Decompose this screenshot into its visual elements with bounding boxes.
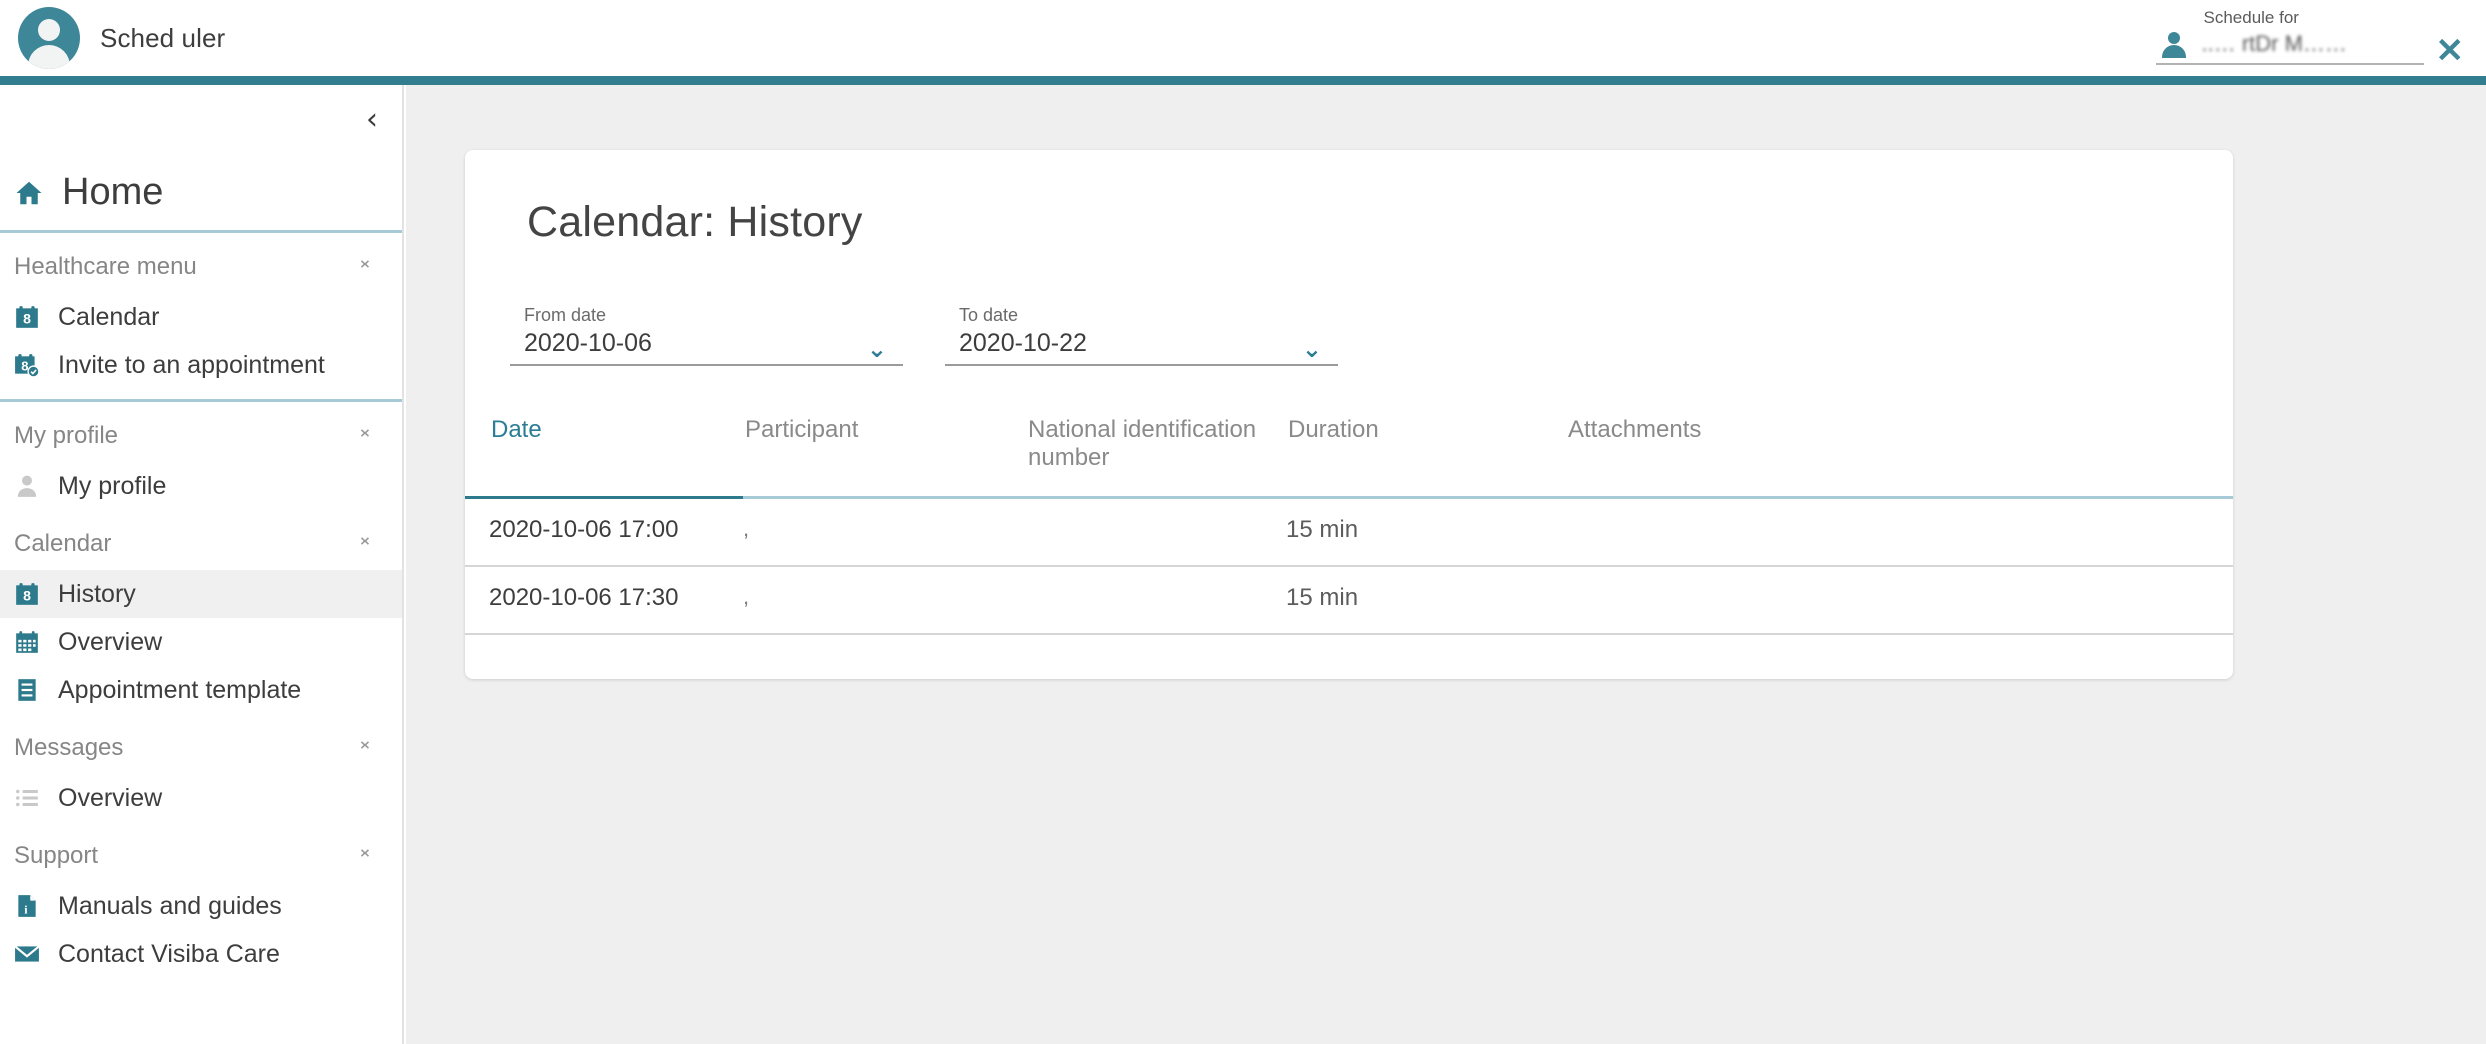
- svg-text:8: 8: [21, 358, 28, 373]
- sidebar-item-label: Appointment template: [58, 675, 302, 704]
- table-row[interactable]: 2020-10-06 17:00, 15 min: [465, 499, 2233, 567]
- sidebar-item-label: Manuals and guides: [58, 891, 282, 920]
- page-title: Calendar: History: [527, 198, 863, 246]
- sidebar-group-messages[interactable]: Messages ⌄ ⌃: [0, 722, 402, 774]
- sidebar-divider: [0, 399, 402, 402]
- current-user-block: Sched uler: [0, 7, 225, 69]
- sidebar-item-label: Calendar: [58, 302, 160, 331]
- home-icon: [16, 181, 42, 204]
- sidebar-group-support[interactable]: Support ⌄ ⌃: [0, 830, 402, 882]
- sidebar-item-label: Invite to an appointment: [58, 350, 325, 379]
- from-date-value: 2020-10-06: [524, 329, 652, 357]
- envelope-icon: [14, 945, 40, 962]
- table-cell-date: 2020-10-06 17:30: [489, 584, 679, 611]
- to-date-field[interactable]: To date 2020-10-22 ⌄: [945, 305, 1338, 366]
- sidebar-item-label: Overview: [58, 783, 163, 812]
- sidebar-item-home-label: Home: [62, 171, 164, 213]
- from-date-label: From date: [524, 305, 607, 325]
- person-icon: [2160, 30, 2188, 58]
- calendar-icon: 8: [16, 583, 38, 605]
- sidebar: ‹ Home Healthcare menu ⌄ ⌃ 8 Calendar 8 Invite…: [0, 85, 404, 1044]
- list-icon: [16, 789, 38, 807]
- table-column-header-participant[interactable]: Participant: [745, 404, 1028, 496]
- user-name-label: Sched uler: [100, 22, 226, 53]
- sidebar-item-label: History: [58, 579, 136, 608]
- table-cell-attachments: [1566, 499, 1846, 516]
- sidebar-collapse-row: ‹: [0, 85, 402, 155]
- to-date-label: To date: [959, 305, 1019, 325]
- date-filters: From date 2020-10-06 ⌄ To date 2020-10-2…: [465, 247, 2233, 366]
- table-cell-duration: 15 min: [1286, 516, 1359, 543]
- svg-text:8: 8: [23, 588, 31, 604]
- table-cell-date: 2020-10-06 17:00: [489, 516, 679, 543]
- table-cell-nid: [1026, 567, 1286, 584]
- sidebar-groups: Healthcare menu ⌄ ⌃ 8 Calendar 8 Invite to an …: [0, 241, 402, 978]
- svg-text:8: 8: [23, 311, 31, 327]
- sidebar-item-history[interactable]: 8 History: [0, 570, 402, 618]
- sidebar-item-contact-visiba-care[interactable]: Contact Visiba Care: [0, 930, 402, 978]
- table-body: 2020-10-06 17:00, 15 min 2020-10-06 17:30,…: [465, 499, 2233, 635]
- table-cell-nid: [1026, 499, 1286, 516]
- sidebar-group-title: Calendar: [14, 530, 112, 557]
- table-cell-attachments: [1566, 567, 1846, 584]
- table-column-header-attachments[interactable]: Attachments: [1568, 404, 1848, 496]
- sidebar-item-label: Overview: [58, 627, 163, 656]
- sidebar-item-overview[interactable]: Overview: [0, 618, 402, 666]
- schedule-for-widget: Schedule for ..… rtDr M…… ✕: [2155, 8, 2465, 68]
- collapse-expand-icon[interactable]: ⌄ ⌃: [354, 419, 376, 450]
- collapse-expand-icon[interactable]: ⌄ ⌃: [354, 839, 376, 870]
- to-date-value: 2020-10-22: [959, 329, 1087, 357]
- main-content: Calendar: History From date 2020-10-06 ⌄…: [406, 85, 2486, 1044]
- sidebar-group-title: Support: [14, 842, 99, 869]
- sidebar-group-calendar[interactable]: Calendar ⌄ ⌃: [0, 518, 402, 570]
- sidebar-group-title: My profile: [14, 422, 119, 449]
- sidebar-item-label: My profile: [58, 471, 167, 500]
- table-cell-duration: 15 min: [1286, 584, 1359, 611]
- sidebar-item-my-profile[interactable]: My profile: [0, 462, 402, 510]
- table-column-header-nid[interactable]: National identification number: [1028, 404, 1288, 496]
- chevron-down-icon[interactable]: ⌄: [1302, 337, 1322, 361]
- user-avatar-icon: [18, 7, 80, 69]
- history-card: Calendar: History From date 2020-10-06 ⌄…: [465, 150, 2233, 679]
- calendar-icon: 8: [16, 306, 38, 328]
- document-lines-icon: [18, 679, 36, 701]
- table-row-empty: [465, 635, 2233, 679]
- from-date-field[interactable]: From date 2020-10-06 ⌄: [510, 305, 903, 366]
- schedule-for-label: Schedule for: [2203, 8, 2299, 27]
- sidebar-group-healthcare-menu[interactable]: Healthcare menu ⌄ ⌃: [0, 241, 402, 293]
- sidebar-item-label: Contact Visiba Care: [58, 939, 280, 968]
- sidebar-item-overview[interactable]: Overview: [0, 774, 402, 822]
- sidebar-item-home[interactable]: Home: [0, 155, 402, 233]
- sidebar-group-title: Healthcare menu: [14, 253, 197, 280]
- collapse-expand-icon[interactable]: ⌄ ⌃: [354, 527, 376, 558]
- sidebar-item-appointment-template[interactable]: Appointment template: [0, 666, 402, 714]
- sidebar-item-manuals-and-guides[interactable]: i Manuals and guides: [0, 882, 402, 930]
- table-cell-participant: ,: [743, 584, 750, 609]
- history-table: Date Participant National identification n…: [465, 404, 2233, 679]
- chevron-down-icon[interactable]: ⌄: [867, 337, 887, 361]
- sidebar-item-invite-to-an-appointment[interactable]: 8 Invite to an appointment: [0, 341, 402, 389]
- calendar-grid-icon: [16, 631, 38, 653]
- header-accent-bar: [0, 76, 2486, 85]
- sidebar-item-calendar[interactable]: 8 Calendar: [0, 293, 402, 341]
- document-info-icon: i: [18, 895, 36, 917]
- calendar-check-icon: 8: [15, 354, 40, 378]
- sidebar-group-my-profile[interactable]: My profile ⌄ ⌃: [0, 410, 402, 462]
- person-icon: [17, 475, 37, 497]
- close-icon[interactable]: ✕: [2436, 34, 2465, 68]
- table-column-header-duration[interactable]: Duration: [1288, 404, 1568, 496]
- top-header-bar: Sched uler Schedule for ..… rtDr M…… ✕: [0, 0, 2486, 76]
- schedule-for-value: ..… rtDr M……: [2201, 31, 2347, 56]
- sidebar-group-title: Messages: [14, 734, 124, 761]
- table-column-header-date[interactable]: Date: [467, 404, 745, 496]
- table-cell-participant: ,: [743, 516, 750, 541]
- collapse-expand-icon[interactable]: ⌄ ⌃: [354, 731, 376, 762]
- chevron-left-icon[interactable]: ‹: [366, 105, 378, 135]
- table-header-row: Date Participant National identification n…: [465, 404, 2233, 499]
- table-row[interactable]: 2020-10-06 17:30, 15 min: [465, 567, 2233, 635]
- collapse-expand-icon[interactable]: ⌄ ⌃: [354, 250, 376, 281]
- schedule-for-field[interactable]: ..… rtDr M……: [2155, 30, 2424, 65]
